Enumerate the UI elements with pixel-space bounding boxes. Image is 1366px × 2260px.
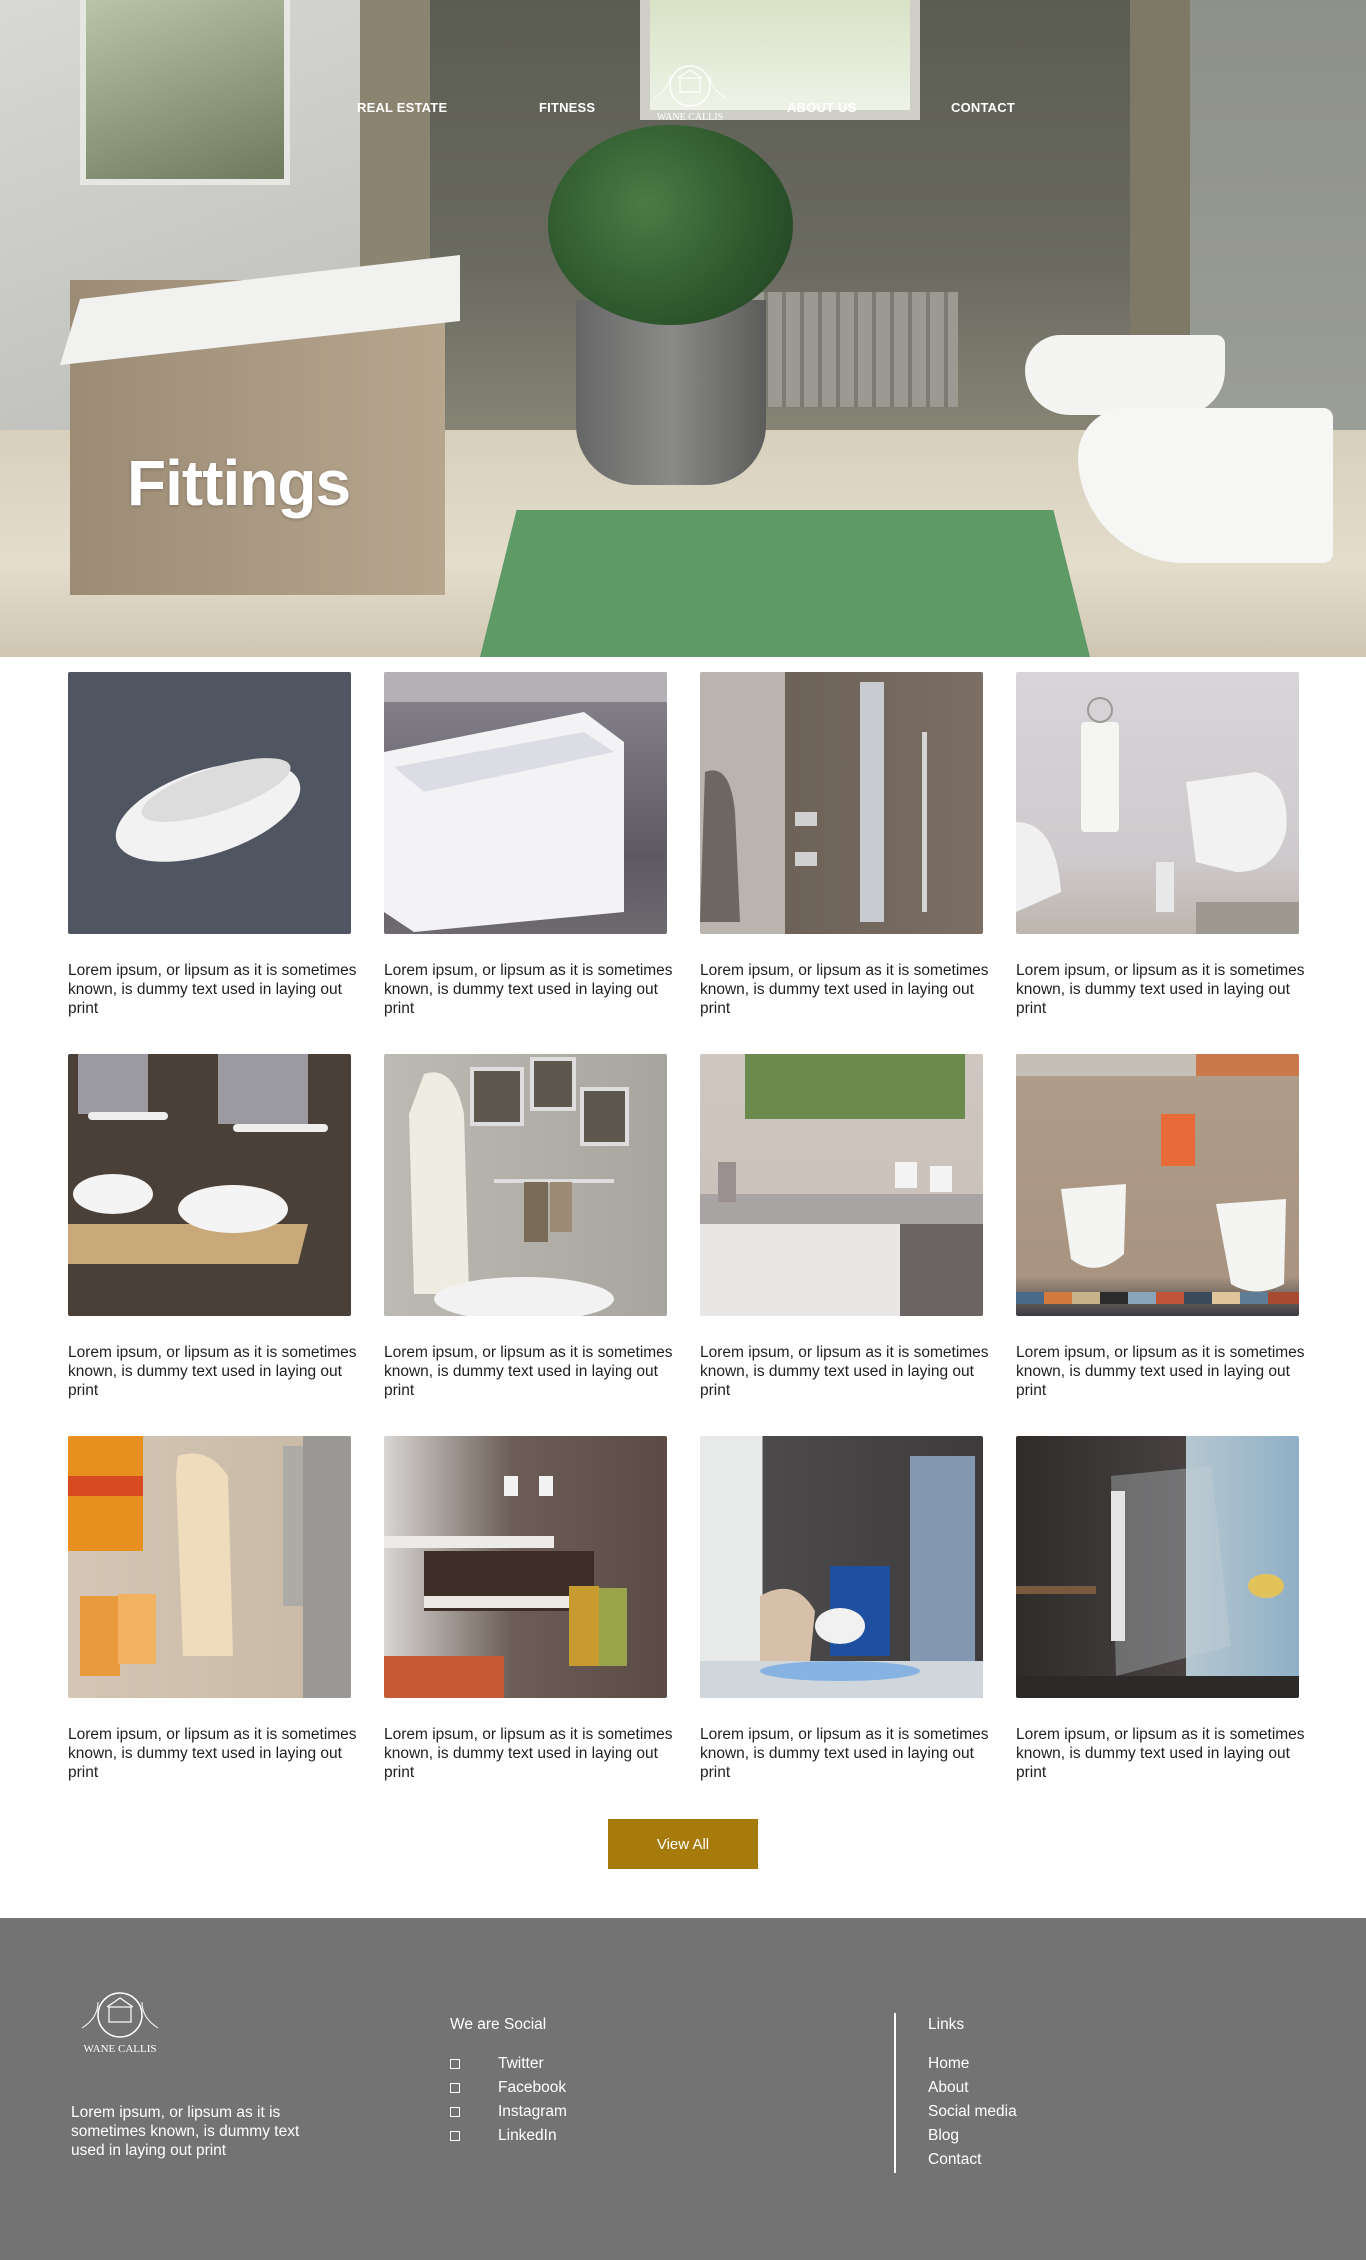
- footer-link-blog[interactable]: Blog: [928, 2124, 1017, 2148]
- product-card[interactable]: Lorem ipsum, or lipsum as it is sometime…: [1016, 1054, 1305, 1400]
- product-card[interactable]: Lorem ipsum, or lipsum as it is sometime…: [700, 672, 989, 1018]
- hero-toilet: [1025, 335, 1225, 415]
- hero-plant-pot: [576, 300, 766, 485]
- hero-radiator: [750, 292, 958, 407]
- product-image[interactable]: [700, 1436, 983, 1698]
- social-linkedin[interactable]: LinkedIn: [450, 2124, 567, 2148]
- social-title: We are Social: [450, 2016, 547, 2033]
- product-image[interactable]: [1016, 672, 1299, 934]
- product-image[interactable]: [700, 672, 983, 934]
- page-title: Fittings: [127, 447, 351, 519]
- product-description: Lorem ipsum, or lipsum as it is sometime…: [1016, 1344, 1305, 1399]
- product-card[interactable]: Lorem ipsum, or lipsum as it is sometime…: [68, 1436, 357, 1782]
- product-description: Lorem ipsum, or lipsum as it is sometime…: [384, 1344, 673, 1399]
- footer-about: Lorem ipsum, or lipsum as it is sometime…: [71, 2104, 300, 2159]
- nav-about-us[interactable]: ABOUT US: [787, 100, 857, 115]
- product-description: Lorem ipsum, or lipsum as it is sometime…: [68, 1344, 357, 1399]
- logo-text: WANE CALLIS: [657, 112, 723, 123]
- product-card[interactable]: Lorem ipsum, or lipsum as it is sometime…: [700, 1436, 989, 1782]
- product-description: Lorem ipsum, or lipsum as it is sometime…: [384, 1726, 673, 1781]
- social-instagram[interactable]: Instagram: [450, 2100, 567, 2124]
- product-card[interactable]: Lorem ipsum, or lipsum as it is sometime…: [384, 1054, 673, 1400]
- product-card[interactable]: Lorem ipsum, or lipsum as it is sometime…: [384, 672, 673, 1018]
- social-list: Twitter Facebook Instagram LinkedIn: [450, 2052, 567, 2148]
- view-all-button[interactable]: View All: [608, 1819, 758, 1869]
- footer-logo-icon[interactable]: WANE CALLIS: [70, 1980, 170, 2070]
- site-footer: WANE CALLIS Lorem ipsum, or lipsum as it…: [0, 1918, 1366, 2260]
- footer-logo-text: WANE CALLIS: [83, 2043, 156, 2055]
- links-title: Links: [928, 2016, 965, 2033]
- hero-plant: [548, 125, 793, 325]
- footer-link-about[interactable]: About: [928, 2076, 1017, 2100]
- product-description: Lorem ipsum, or lipsum as it is sometime…: [1016, 962, 1305, 1017]
- product-image[interactable]: [1016, 1436, 1299, 1698]
- footer-link-social-media[interactable]: Social media: [928, 2100, 1017, 2124]
- twitter-icon: [450, 2059, 460, 2069]
- product-card[interactable]: Lorem ipsum, or lipsum as it is sometime…: [384, 1436, 673, 1782]
- product-card[interactable]: Lorem ipsum, or lipsum as it is sometime…: [1016, 1436, 1305, 1782]
- product-description: Lorem ipsum, or lipsum as it is sometime…: [384, 962, 673, 1017]
- nav-fitness[interactable]: FITNESS: [539, 100, 595, 115]
- product-image[interactable]: [384, 672, 667, 934]
- product-description: Lorem ipsum, or lipsum as it is sometime…: [68, 1726, 357, 1781]
- footer-link-home[interactable]: Home: [928, 2052, 1017, 2076]
- product-description: Lorem ipsum, or lipsum as it is sometime…: [68, 962, 357, 1017]
- product-image[interactable]: [700, 1054, 983, 1316]
- social-twitter[interactable]: Twitter: [450, 2052, 567, 2076]
- product-image[interactable]: [68, 1436, 351, 1698]
- product-image[interactable]: [68, 672, 351, 934]
- product-card[interactable]: Lorem ipsum, or lipsum as it is sometime…: [1016, 672, 1305, 1018]
- facebook-icon: [450, 2083, 460, 2093]
- main-nav: REAL ESTATE FITNESS WANE CALLIS ABOUT US…: [0, 65, 1366, 123]
- hero-mirror: [80, 0, 290, 185]
- footer-links: Home About Social media Blog Contact: [928, 2052, 1017, 2172]
- linkedin-icon: [450, 2131, 460, 2141]
- nav-real-estate[interactable]: REAL ESTATE: [357, 100, 447, 115]
- product-image[interactable]: [384, 1054, 667, 1316]
- brand-logo-icon[interactable]: WANE CALLIS: [640, 58, 740, 130]
- product-card[interactable]: Lorem ipsum, or lipsum as it is sometime…: [700, 1054, 989, 1400]
- product-card[interactable]: Lorem ipsum, or lipsum as it is sometime…: [68, 672, 357, 1018]
- instagram-icon: [450, 2107, 460, 2117]
- hero-banner: REAL ESTATE FITNESS WANE CALLIS ABOUT US…: [0, 0, 1366, 657]
- product-description: Lorem ipsum, or lipsum as it is sometime…: [1016, 1726, 1305, 1781]
- product-description: Lorem ipsum, or lipsum as it is sometime…: [700, 1344, 989, 1399]
- footer-divider: [894, 2013, 896, 2173]
- product-description: Lorem ipsum, or lipsum as it is sometime…: [700, 1726, 989, 1781]
- footer-link-contact[interactable]: Contact: [928, 2148, 1017, 2172]
- product-image[interactable]: [68, 1054, 351, 1316]
- product-description: Lorem ipsum, or lipsum as it is sometime…: [700, 962, 989, 1017]
- nav-contact[interactable]: CONTACT: [951, 100, 1015, 115]
- hero-beam-right: [1130, 0, 1190, 340]
- product-card[interactable]: Lorem ipsum, or lipsum as it is sometime…: [68, 1054, 357, 1400]
- product-image[interactable]: [1016, 1054, 1299, 1316]
- hero-rug: [480, 510, 1090, 657]
- product-image[interactable]: [384, 1436, 667, 1698]
- social-facebook[interactable]: Facebook: [450, 2076, 567, 2100]
